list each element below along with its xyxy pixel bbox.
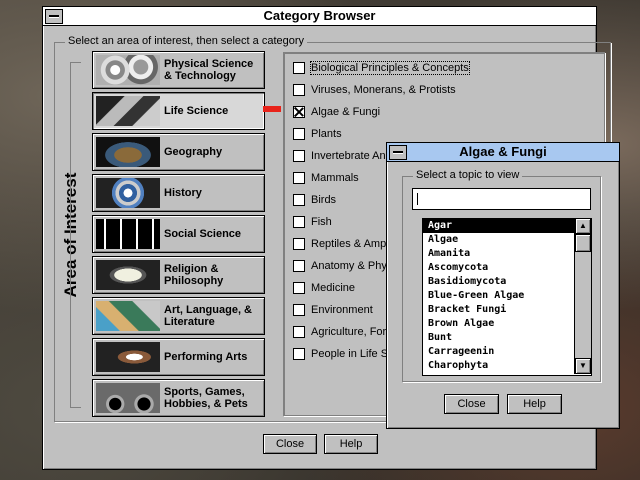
category-item[interactable]: Medicine <box>293 280 355 296</box>
gears-image <box>96 55 160 85</box>
category-item[interactable]: Viruses, Monerans, & Protists <box>293 82 456 98</box>
area-button-label: Life Science <box>164 105 229 117</box>
category-label: Environment <box>311 304 373 316</box>
help-button[interactable]: Help <box>324 434 378 454</box>
category-label: Viruses, Monerans, & Protists <box>311 84 456 96</box>
category-item[interactable]: Fish <box>293 214 332 230</box>
insect-image <box>96 96 160 126</box>
scroll-down-icon[interactable]: ▼ <box>575 358 591 374</box>
category-checkbox[interactable] <box>293 172 305 184</box>
area-button[interactable]: Sports, Games, Hobbies, & Pets <box>92 379 265 417</box>
category-checkbox[interactable] <box>293 282 305 294</box>
popup-close-button[interactable]: Close <box>444 394 499 414</box>
category-item[interactable]: Mammals <box>293 170 359 186</box>
category-checkbox[interactable] <box>293 260 305 272</box>
category-checkbox[interactable] <box>293 62 305 74</box>
area-button[interactable]: Performing Arts <box>92 338 265 376</box>
category-checkbox[interactable] <box>293 238 305 250</box>
popup-title-bar: Algae & Fungi <box>387 143 619 162</box>
category-checkbox[interactable] <box>293 150 305 162</box>
topic-list-item[interactable]: Algae <box>423 233 591 247</box>
area-button[interactable]: Physical Science & Technology <box>92 51 265 89</box>
scroll-image <box>96 260 160 290</box>
area-button-label: Art, Language, & Literature <box>164 304 253 328</box>
area-button-label: Religion & Philosophy <box>164 263 224 287</box>
scroll-thumb[interactable] <box>575 234 591 252</box>
category-item[interactable]: Algae & Fungi <box>293 104 380 120</box>
category-label: Algae & Fungi <box>311 106 381 118</box>
topic-list-item[interactable]: Brown Algae <box>423 317 591 331</box>
text-cursor <box>417 193 418 205</box>
topic-search-input[interactable] <box>412 188 591 210</box>
topic-scrollbar[interactable]: ▲ ▼ <box>574 218 591 374</box>
area-button-label: Sports, Games, Hobbies, & Pets <box>164 386 248 410</box>
cyclist-image <box>96 383 160 413</box>
evolution-image <box>96 219 160 249</box>
area-button[interactable]: Social Science <box>92 215 265 253</box>
category-checkbox[interactable] <box>293 348 305 360</box>
topic-list-item[interactable]: Ascomycota <box>423 261 591 275</box>
category-checkbox[interactable] <box>293 84 305 96</box>
popup-title: Algae & Fungi <box>459 144 547 159</box>
area-bracket <box>70 62 81 408</box>
topic-prompt: Select a topic to view <box>413 169 523 181</box>
topic-list-item[interactable]: Bunt <box>423 331 591 345</box>
category-checkbox[interactable] <box>293 128 305 140</box>
topic-list-item[interactable]: Basidiomycota <box>423 275 591 289</box>
dancer-image <box>96 342 160 372</box>
instruction-text: Select an area of interest, then select … <box>65 35 308 47</box>
topic-list-item[interactable]: Bracket Fungi <box>423 303 591 317</box>
area-button[interactable]: Geography <box>92 133 265 171</box>
area-button[interactable]: Life Science <box>92 92 265 130</box>
topic-list[interactable]: Agar Algae Amanita Ascomycota Basidiomycota B… <box>422 218 592 376</box>
category-checkbox[interactable] <box>293 194 305 206</box>
earth-image <box>96 137 160 167</box>
topic-list-item[interactable]: Charophyta <box>423 359 591 373</box>
category-checkbox[interactable] <box>293 304 305 316</box>
window-title: Category Browser <box>263 8 376 23</box>
area-button[interactable]: Religion & Philosophy <box>92 256 265 294</box>
area-button-label: History <box>164 187 202 199</box>
category-item[interactable]: Birds <box>293 192 336 208</box>
topic-list-item[interactable]: Carrageenin <box>423 345 591 359</box>
category-item[interactable]: Environment <box>293 302 373 318</box>
area-button[interactable]: Art, Language, & Literature <box>92 297 265 335</box>
selection-connector <box>263 106 281 112</box>
globe-image <box>96 178 160 208</box>
painting-image <box>96 301 160 331</box>
area-button-label: Geography <box>164 146 223 158</box>
area-button-label: Performing Arts <box>164 351 248 363</box>
area-button-label: Physical Science & Technology <box>164 58 254 82</box>
category-label: Biological Principles & Concepts <box>310 61 470 75</box>
close-button[interactable]: Close <box>263 434 317 454</box>
topic-list-item[interactable]: Agar <box>423 219 591 233</box>
category-checkbox[interactable] <box>293 326 305 338</box>
category-item[interactable]: Biological Principles & Concepts <box>293 60 470 76</box>
area-button-label: Social Science <box>164 228 242 240</box>
category-label: Birds <box>311 194 337 206</box>
area-button[interactable]: History <box>92 174 265 212</box>
scroll-up-icon[interactable]: ▲ <box>575 218 591 234</box>
category-label: Fish <box>311 216 332 228</box>
category-label: Mammals <box>311 172 359 184</box>
category-checkbox[interactable] <box>293 216 305 228</box>
category-checkbox[interactable] <box>293 106 305 118</box>
popup-help-button[interactable]: Help <box>507 394 562 414</box>
category-label: Plants <box>311 128 342 140</box>
category-item[interactable]: Plants <box>293 126 342 142</box>
title-bar: Category Browser <box>43 7 596 26</box>
topic-list-item[interactable]: Amanita <box>423 247 591 261</box>
category-label: Medicine <box>311 282 356 294</box>
topic-list-item[interactable]: Blue-Green Algae <box>423 289 591 303</box>
